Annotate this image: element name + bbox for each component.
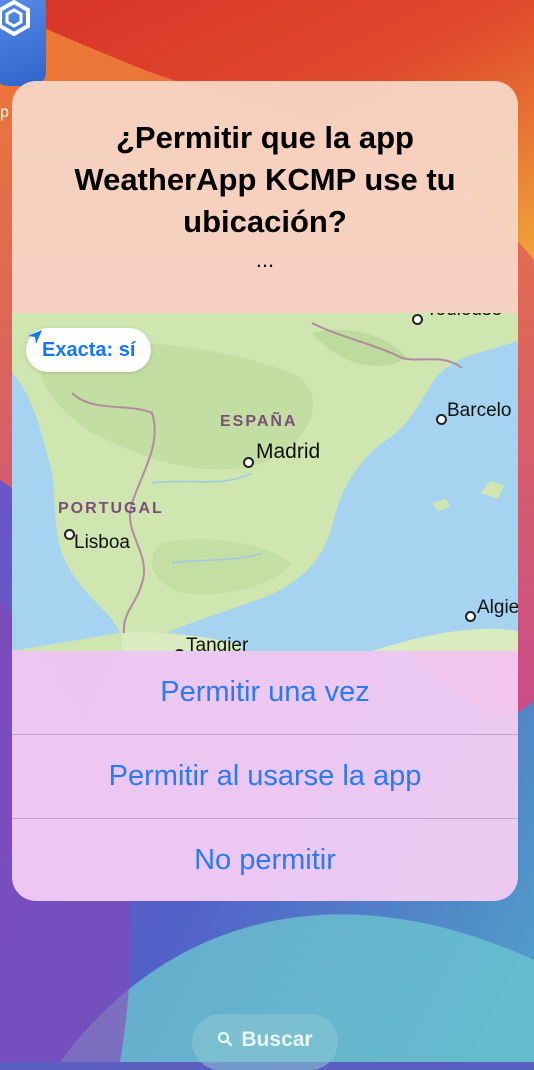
map-city-dot xyxy=(243,457,254,468)
map-label-madrid: Madrid xyxy=(256,440,321,463)
map-city-dot xyxy=(412,314,423,325)
deny-button[interactable]: No permitir xyxy=(12,818,518,901)
map-label-tangier: Tangier xyxy=(186,635,249,651)
map-label-toulouse: Toulouse xyxy=(426,313,502,321)
app-icon[interactable] xyxy=(0,0,46,86)
map-city-dot xyxy=(436,414,447,425)
search-icon xyxy=(218,1031,233,1047)
location-permission-alert: ¿Permitir que la app WeatherApp KCMP use… xyxy=(12,81,518,901)
location-map[interactable]: Exacta: sí Toulouse ESPAÑA Madrid Barcel… xyxy=(12,313,518,651)
alert-header: ¿Permitir que la app WeatherApp KCMP use… xyxy=(12,81,518,313)
app-label: p xyxy=(0,104,9,121)
search-label: Buscar xyxy=(241,1028,313,1051)
map-label-spain: ESPAÑA xyxy=(220,413,298,430)
map-label-lisbon: Lisboa xyxy=(74,532,130,553)
alert-title: ¿Permitir que la app WeatherApp KCMP use… xyxy=(74,120,456,239)
allow-once-button[interactable]: Permitir una vez xyxy=(12,651,518,734)
map-label-algiers: Algie xyxy=(477,597,518,618)
allow-while-using-button[interactable]: Permitir al usarse la app xyxy=(12,734,518,818)
accuracy-toggle-label: Exacta: sí xyxy=(42,338,136,361)
map-label-portugal: PORTUGAL xyxy=(58,500,164,517)
accuracy-toggle[interactable]: Exacta: sí xyxy=(26,328,152,372)
map-label-barcelona: Barcelo xyxy=(447,400,512,421)
alert-message: ... xyxy=(255,247,275,272)
location-arrow-icon xyxy=(28,330,42,344)
alert-buttons: Permitir una vez Permitir al usarse la a… xyxy=(12,651,518,901)
cube-icon xyxy=(0,0,30,36)
map-city-dot xyxy=(465,611,476,622)
